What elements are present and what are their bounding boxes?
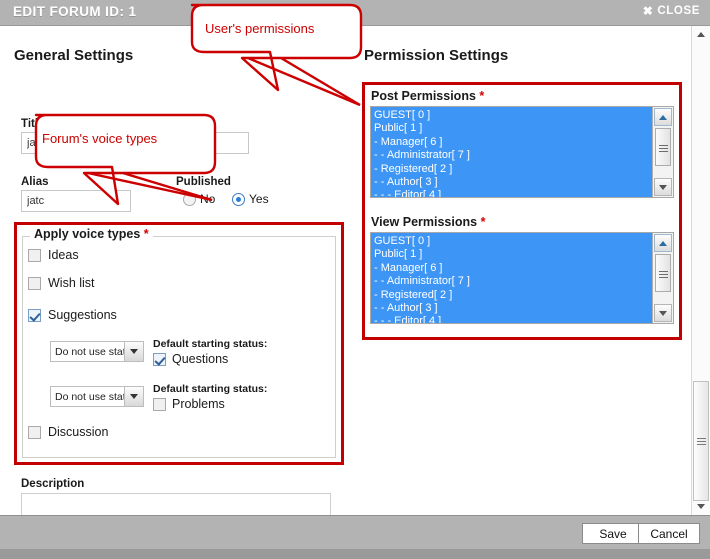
post-permissions-listbox[interactable]: GUEST[ 0 ] Public[ 1 ] - Manager[ 6 ] - … [370, 106, 674, 198]
list-item[interactable]: - - Author[ 3 ] [374, 302, 652, 315]
scroll-up-arrow-icon[interactable] [654, 234, 672, 252]
post-permissions-scrollbar[interactable] [652, 107, 673, 197]
title-field-label: Title * [21, 118, 53, 130]
voice-type-questions-label: Questions [172, 352, 229, 366]
list-item[interactable]: - Registered[ 2 ] [374, 289, 652, 302]
view-permissions-label: View Permissions * [371, 215, 486, 229]
save-button[interactable]: Save [582, 523, 644, 544]
edit-forum-dialog: EDIT FORUM ID: 1 ✖ CLOSE General Setting… [0, 0, 710, 559]
dialog-titlebar: EDIT FORUM ID: 1 ✖ CLOSE [0, 0, 710, 26]
checkbox-checked-icon [153, 352, 166, 366]
alias-field-label: Alias [21, 176, 49, 188]
post-permissions-label: Post Permissions * [371, 89, 485, 103]
scrollbar-thumb[interactable] [655, 254, 671, 292]
required-asterisk: * [480, 215, 486, 229]
required-asterisk: * [479, 89, 485, 103]
published-radio-no-label: No [200, 192, 216, 206]
permission-settings-heading: Permission Settings [364, 47, 509, 64]
checkbox-checked-icon [28, 308, 41, 322]
dialog-content: General Settings Permission Settings Tit… [0, 26, 710, 515]
starting-status-select-questions-value: Do not use statu [55, 345, 132, 358]
general-settings-heading: General Settings [14, 47, 134, 64]
radio-circle-selected-icon [232, 192, 245, 206]
starting-status-label-problems: Default starting status: [153, 383, 268, 395]
required-asterisk: * [47, 118, 53, 130]
list-item[interactable]: Public[ 1 ] [374, 248, 652, 261]
close-button-label: CLOSE [657, 5, 700, 17]
voice-type-ideas-label: Ideas [48, 248, 79, 262]
view-permissions-listbox[interactable]: GUEST[ 0 ] Public[ 1 ] - Manager[ 6 ] - … [370, 232, 674, 324]
checkbox-icon [28, 425, 41, 439]
voice-type-wish-list-label: Wish list [48, 276, 95, 290]
apply-voice-types-legend: Apply voice types * [30, 227, 153, 241]
published-radio-yes[interactable]: Yes [232, 192, 269, 206]
close-x-icon: ✖ [642, 4, 654, 18]
voice-type-discussion[interactable]: Discussion [28, 425, 108, 439]
voice-type-ideas[interactable]: Ideas [28, 248, 79, 262]
scroll-up-arrow-icon[interactable] [692, 26, 710, 43]
voice-type-wish-list[interactable]: Wish list [28, 276, 95, 290]
scroll-down-arrow-icon[interactable] [654, 304, 672, 322]
callout-forums-voice-types-text: Forum's voice types [42, 131, 158, 146]
list-item[interactable]: GUEST[ 0 ] [374, 235, 652, 248]
voice-type-questions[interactable]: Questions [153, 352, 228, 366]
description-field-label: Description [21, 478, 85, 490]
view-permissions-scrollbar[interactable] [652, 233, 673, 323]
page-scrollbar[interactable] [691, 26, 710, 515]
list-item[interactable]: - - - Editor[ 4 ] [374, 315, 652, 323]
starting-status-label-questions: Default starting status: [153, 338, 268, 350]
scroll-down-arrow-icon[interactable] [692, 498, 710, 515]
description-textarea[interactable] [21, 493, 331, 515]
starting-status-select-problems-value: Do not use statu [55, 390, 132, 403]
chevron-down-icon [124, 387, 143, 406]
list-item[interactable]: - - Administrator[ 7 ] [374, 149, 652, 162]
dialog-title: EDIT FORUM ID: 1 [13, 4, 137, 19]
list-item[interactable]: Public[ 1 ] [374, 122, 652, 135]
starting-status-select-questions[interactable]: Do not use statu [50, 341, 144, 362]
voice-type-suggestions[interactable]: Suggestions [28, 308, 117, 322]
voice-type-suggestions-label: Suggestions [48, 308, 117, 322]
voice-type-problems[interactable]: Problems [153, 397, 225, 411]
dialog-footer: Save Cancel [0, 515, 710, 549]
checkbox-icon [28, 276, 41, 290]
list-item[interactable]: GUEST[ 0 ] [374, 109, 652, 122]
list-item[interactable]: - Manager[ 6 ] [374, 262, 652, 275]
voice-type-discussion-label: Discussion [48, 425, 109, 439]
close-button[interactable]: ✖ CLOSE [643, 5, 700, 17]
published-radio-no[interactable]: No [183, 192, 215, 206]
scroll-up-arrow-icon[interactable] [654, 108, 672, 126]
starting-status-select-problems[interactable]: Do not use statu [50, 386, 144, 407]
chevron-down-icon [124, 342, 143, 361]
callout-users-permissions-text: User's permissions [205, 21, 315, 36]
published-field-label: Published [176, 176, 231, 188]
list-item[interactable]: - Manager[ 6 ] [374, 136, 652, 149]
voice-type-problems-label: Problems [172, 397, 225, 411]
alias-input[interactable] [21, 190, 131, 212]
list-item[interactable]: - - Author[ 3 ] [374, 176, 652, 189]
list-item[interactable]: - - Administrator[ 7 ] [374, 275, 652, 288]
published-radio-yes-label: Yes [249, 192, 269, 206]
scroll-down-arrow-icon[interactable] [654, 178, 672, 196]
list-item[interactable]: - - - Editor[ 4 ] [374, 189, 652, 197]
required-asterisk: * [143, 227, 149, 241]
radio-circle-icon [183, 192, 196, 206]
checkbox-icon [153, 397, 166, 411]
cancel-button[interactable]: Cancel [638, 523, 700, 544]
checkbox-icon [28, 248, 41, 262]
scrollbar-thumb[interactable] [655, 128, 671, 166]
list-item[interactable]: - Registered[ 2 ] [374, 163, 652, 176]
page-scrollbar-thumb[interactable] [693, 381, 709, 501]
